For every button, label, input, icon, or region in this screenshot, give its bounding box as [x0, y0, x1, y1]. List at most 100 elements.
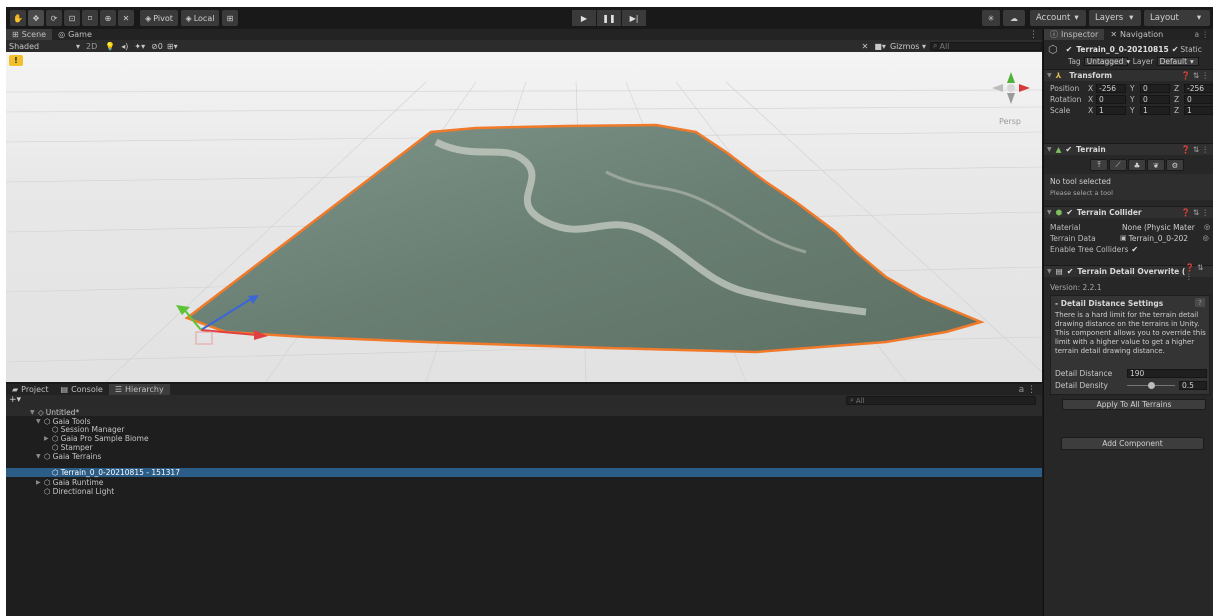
object-picker-icon[interactable]: ◎	[1203, 234, 1209, 242]
tab-inspector[interactable]: ⓘ Inspector	[1044, 29, 1105, 40]
material-field[interactable]: None (Physic Mater	[1120, 223, 1204, 232]
expand-arrow-icon[interactable]: ▶	[36, 479, 42, 486]
terrain-collider-header[interactable]: ▼ ⬢ ✔ Terrain Collider ❓ ⇅ ⋮	[1044, 206, 1213, 218]
warning-icon[interactable]: !	[9, 55, 23, 66]
foldout-arrow-icon[interactable]: ▼	[1047, 146, 1052, 153]
hierarchy-item[interactable]: ⬡ Stamper	[44, 443, 93, 452]
hand-tool-icon[interactable]: ✋	[10, 10, 26, 26]
2d-toggle-button[interactable]: 2D	[86, 42, 97, 51]
scale-z-field[interactable]: 1	[1184, 105, 1213, 115]
scale-tool-icon[interactable]: ⊡	[64, 10, 80, 26]
layers-dropdown[interactable]: Layers ▾	[1089, 10, 1141, 26]
static-checkbox[interactable]: ✔	[1172, 45, 1179, 54]
tab-game[interactable]: ◎ Game	[52, 29, 98, 40]
raise-terrain-icon[interactable]: ⤒	[1090, 159, 1108, 171]
tag-dropdown[interactable]: Untagged ▾	[1083, 56, 1130, 66]
layout-dropdown[interactable]: Layout ▾	[1144, 10, 1210, 26]
lock-icon[interactable]: a ⋮	[1019, 385, 1036, 395]
projection-label[interactable]: Persp	[999, 117, 1021, 126]
tab-hierarchy[interactable]: ☰ Hierarchy	[108, 384, 170, 395]
component-help-icon[interactable]: ❓ ⇅ ⋮	[1181, 145, 1209, 154]
tab-console[interactable]: ▤ Console	[55, 384, 109, 395]
foldout-arrow-icon[interactable]: ▼	[1047, 72, 1052, 79]
hierarchy-item[interactable]: ⬡ Directional Light	[36, 487, 114, 496]
grid-toggle-icon[interactable]: ⊞▾	[167, 42, 178, 51]
custom-tool-icon[interactable]: ✕	[118, 10, 134, 26]
transform-header[interactable]: ▼ ⅄ Transform ❓ ⇅ ⋮	[1044, 69, 1213, 81]
terrain-data-field[interactable]: Terrain_0_0-202	[1127, 234, 1203, 243]
scene-orientation-gizmo[interactable]	[992, 72, 1030, 104]
terrain-detail-header[interactable]: ▼ ▤ ✔ Terrain Detail Overwrite ( ❓ ⇅ ⋮	[1044, 263, 1213, 281]
terrain-enabled-checkbox[interactable]: ✔	[1065, 145, 1072, 154]
layer-dropdown[interactable]: Default ▾	[1156, 56, 1199, 66]
shading-mode-dropdown[interactable]: Shaded	[6, 42, 76, 51]
tab-project[interactable]: ▰ Project	[6, 384, 55, 395]
move-tool-icon[interactable]: ✥	[28, 10, 44, 26]
scale-x-field[interactable]: 1	[1096, 105, 1126, 115]
collab-icon[interactable]: ✳	[982, 10, 1000, 26]
hierarchy-search-input[interactable]: ⌕ All	[846, 396, 1036, 405]
foldout-arrow-icon[interactable]: ▼	[1047, 209, 1052, 216]
slider-knob[interactable]	[1147, 381, 1155, 389]
detail-density-field[interactable]: 0.5	[1179, 380, 1207, 390]
local-toggle-button[interactable]: ◈ Local	[181, 10, 219, 26]
collider-enabled-checkbox[interactable]: ✔	[1066, 208, 1073, 217]
expand-arrow-icon[interactable]: ▼	[36, 418, 42, 425]
rotation-z-field[interactable]: 0	[1184, 94, 1213, 104]
account-dropdown[interactable]: Account ▾	[1030, 10, 1086, 26]
apply-to-all-terrains-button[interactable]: Apply To All Terrains	[1062, 399, 1206, 410]
play-button-icon[interactable]: ▶	[572, 10, 596, 26]
component-help-icon[interactable]: ❓ ⇅ ⋮	[1181, 208, 1209, 217]
position-y-field[interactable]: 0	[1140, 83, 1170, 93]
active-checkbox[interactable]: ✔	[1066, 45, 1073, 54]
expand-arrow-icon[interactable]: ▶	[44, 435, 50, 442]
create-plus-icon[interactable]: +▾	[9, 395, 21, 405]
tree-colliders-checkbox[interactable]: ✔	[1131, 245, 1138, 254]
hierarchy-item[interactable]: ▶ ⬡ Gaia Runtime	[36, 478, 103, 487]
hierarchy-item[interactable]: ▼ ⬡ Gaia Terrains	[36, 452, 101, 461]
position-x-field[interactable]: -256	[1096, 83, 1126, 93]
terrain-settings-gear-icon[interactable]: ⚙	[1166, 159, 1184, 171]
rect-tool-icon[interactable]: ⌑	[82, 10, 98, 26]
pivot-toggle-button[interactable]: ◈ Pivot	[140, 10, 178, 26]
rotate-tool-icon[interactable]: ⟳	[46, 10, 62, 26]
grid-snap-icon[interactable]: ⊞	[222, 10, 238, 26]
object-picker-icon[interactable]: ◎	[1204, 223, 1210, 231]
add-component-button[interactable]: Add Component	[1061, 437, 1204, 450]
detail-enabled-checkbox[interactable]: ✔	[1067, 267, 1074, 276]
hierarchy-item[interactable]: ▼ ◇ Untitled*	[30, 408, 79, 417]
scene-viewport[interactable]: Persp !	[6, 52, 1042, 382]
component-help-icon[interactable]: ❓ ⇅ ⋮	[1185, 263, 1209, 281]
scene-search-input[interactable]: ⌕ All	[930, 41, 1042, 51]
rotation-x-field[interactable]: 0	[1096, 94, 1126, 104]
terrain-header[interactable]: ▼ ▲ ✔ Terrain ❓ ⇅ ⋮	[1044, 143, 1213, 155]
foldout-arrow-icon[interactable]: ▼	[1047, 268, 1052, 275]
pause-button-icon[interactable]: ❚❚	[597, 10, 621, 26]
tab-menu-icon[interactable]: ⋮	[1029, 30, 1038, 40]
tab-scene[interactable]: ⊞ Scene	[6, 29, 53, 40]
hierarchy-item[interactable]: ⬡ Session Manager	[44, 425, 124, 434]
lighting-toggle-icon[interactable]: 💡	[105, 42, 115, 51]
tools-icon[interactable]: ✕	[862, 42, 869, 51]
detail-section-title[interactable]: - Detail Distance Settings	[1055, 299, 1163, 308]
gizmos-dropdown[interactable]: Gizmos ▾	[890, 42, 926, 51]
terrain-mesh[interactable]	[184, 123, 985, 354]
rotation-y-field[interactable]: 0	[1140, 94, 1170, 104]
transform-tool-icon[interactable]: ⊕	[100, 10, 116, 26]
help-icon[interactable]: ?	[1195, 298, 1205, 307]
tab-navigation[interactable]: ✕ Navigation	[1104, 29, 1169, 40]
object-name-field[interactable]: Terrain_0_0-20210815	[1076, 45, 1168, 54]
cloud-icon[interactable]: ☁	[1003, 10, 1025, 26]
tree-icon[interactable]: ♣	[1128, 159, 1146, 171]
paint-brush-icon[interactable]: ⟋	[1109, 159, 1127, 171]
position-z-field[interactable]: -256	[1184, 83, 1213, 93]
hierarchy-item-selected[interactable]: ⬡ Terrain_0_0-20210815 - 151317	[44, 468, 180, 477]
hidden-objects-icon[interactable]: ⊘	[151, 42, 158, 51]
detail-icon[interactable]: ❦	[1147, 159, 1165, 171]
effects-dropdown-icon[interactable]: ✦▾	[134, 42, 145, 51]
audio-toggle-icon[interactable]: ◂)	[121, 42, 128, 51]
expand-arrow-icon[interactable]: ▼	[30, 409, 36, 416]
detail-distance-field[interactable]: 190	[1127, 368, 1207, 378]
lock-icon[interactable]: a ⋮	[1195, 30, 1209, 39]
detail-density-slider[interactable]	[1127, 381, 1175, 390]
